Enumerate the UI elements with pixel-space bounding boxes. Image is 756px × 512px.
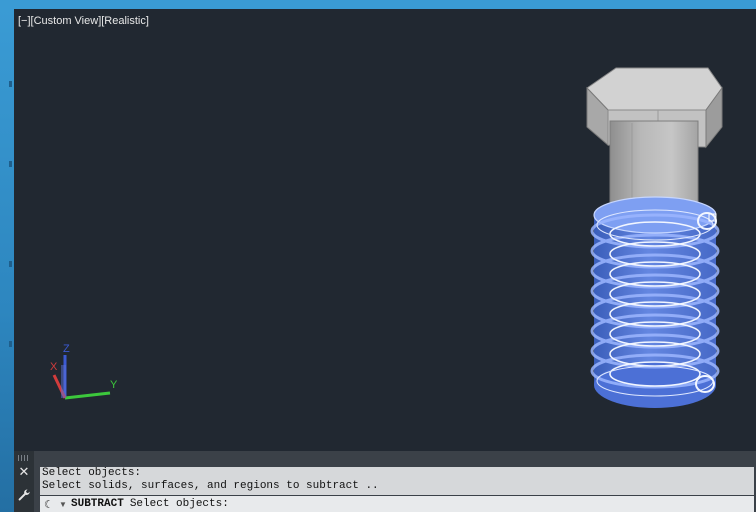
ucs-x-label: X xyxy=(50,361,58,373)
ucs-z-label: Z xyxy=(63,343,70,355)
history-line: Select solids, surfaces, and regions to … xyxy=(42,480,379,492)
command-history: Select objects: Select solids, surfaces,… xyxy=(40,467,754,495)
ucs-icon xyxy=(52,355,111,400)
current-command-name: SUBTRACT xyxy=(71,498,124,510)
history-line: Select objects: xyxy=(42,467,142,479)
command-line-sidebar: ✕ xyxy=(14,451,34,512)
command-prompt-icon: ☾ xyxy=(44,498,54,511)
frame-tick xyxy=(9,161,12,167)
customize-wrench-icon[interactable] xyxy=(17,488,31,502)
command-input-field[interactable]: ☾ ▼ SUBTRACT Select objects: xyxy=(40,496,754,512)
close-command-line-button[interactable]: ✕ xyxy=(18,465,30,478)
drawing-viewport[interactable]: [−][Custom View][Realistic] Z X Y xyxy=(14,9,756,451)
command-line-panel: ✕ Select objects: Select solids, surface… xyxy=(14,451,756,512)
frame-tick xyxy=(9,261,12,267)
current-command-prompt: Select objects: xyxy=(129,498,229,510)
frame-tick xyxy=(9,81,12,87)
frame-tick xyxy=(9,341,12,347)
recent-commands-dropdown-icon[interactable]: ▼ xyxy=(59,500,69,509)
title-strip xyxy=(0,0,756,9)
ucs-y-label: Y xyxy=(110,379,118,391)
left-frame-strip xyxy=(0,9,14,512)
drag-grip-handle[interactable] xyxy=(18,455,30,461)
